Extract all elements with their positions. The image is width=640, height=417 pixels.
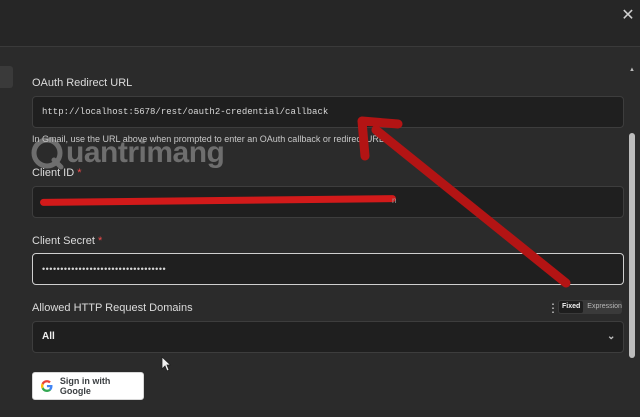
mouse-cursor-icon — [161, 356, 171, 372]
annotation-arrow-shaft — [371, 125, 571, 288]
annotation-arrow — [357, 116, 571, 288]
